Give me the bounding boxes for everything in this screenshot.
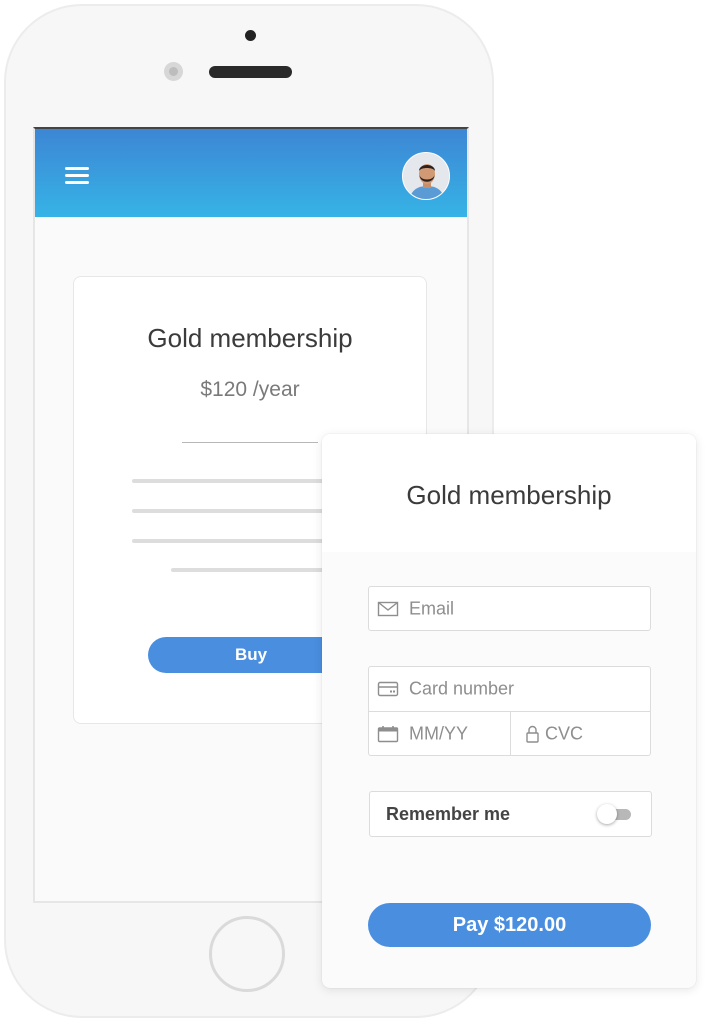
placeholder-line [171, 568, 331, 572]
pay-button[interactable]: Pay $120.00 [368, 903, 651, 947]
divider [182, 442, 318, 443]
card-number-placeholder: Card number [409, 678, 515, 699]
app-header [35, 129, 467, 217]
payment-form: Gold membership Email Card number MM/YY [322, 434, 696, 988]
payment-header: Gold membership [322, 434, 696, 552]
toggle-knob [597, 804, 617, 824]
cvc-field[interactable]: CVC [510, 711, 651, 756]
card-number-field[interactable]: Card number [368, 666, 651, 712]
cvc-placeholder: CVC [545, 723, 584, 743]
calendar-icon [377, 725, 399, 742]
user-avatar-icon [403, 153, 449, 199]
membership-title: Gold membership [147, 323, 353, 353]
remember-me-row: Remember me [369, 791, 652, 837]
front-camera [164, 62, 183, 81]
remember-me-toggle[interactable] [597, 804, 633, 824]
lock-icon [526, 725, 539, 743]
home-button [209, 916, 285, 992]
front-sensor [245, 30, 256, 41]
membership-price: $120 /year [200, 378, 300, 401]
payment-title: Gold membership [406, 480, 612, 510]
email-field[interactable]: Email [368, 586, 651, 631]
hamburger-menu-icon[interactable] [65, 167, 89, 185]
expiry-field[interactable]: MM/YY [368, 711, 511, 756]
avatar[interactable] [402, 152, 450, 200]
email-placeholder: Email [409, 598, 455, 618]
remember-me-label: Remember me [386, 804, 511, 824]
expiry-placeholder: MM/YY [409, 723, 469, 743]
credit-card-icon [377, 681, 399, 697]
envelope-icon [377, 601, 399, 616]
earpiece-speaker [209, 66, 292, 78]
